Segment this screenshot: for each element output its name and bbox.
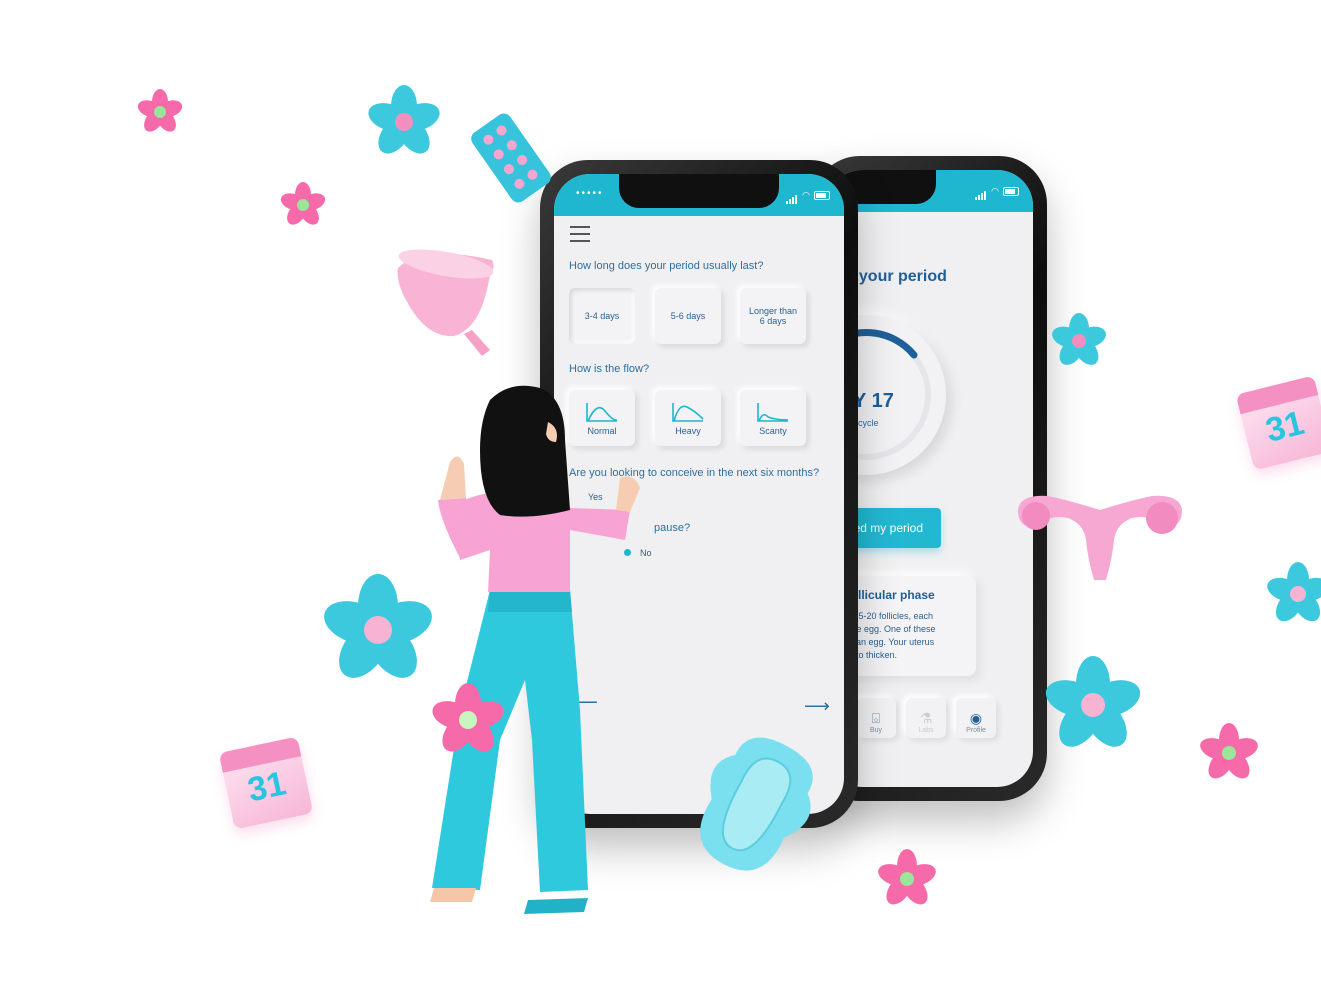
calendar-icon: 31 xyxy=(1235,375,1321,471)
flow-heavy-icon xyxy=(672,402,704,422)
signal-dots-icon: ••••• xyxy=(576,188,604,199)
nav-buy[interactable]: ⌺ Buy xyxy=(856,698,896,738)
profile-icon: ◉ xyxy=(969,710,983,726)
flow-scanty-icon xyxy=(757,402,789,422)
uterus-icon xyxy=(1018,495,1182,580)
option-5-6-days[interactable]: 5-6 days xyxy=(655,288,721,344)
battery-icon xyxy=(1003,186,1019,196)
status-icons: ◠ xyxy=(786,186,830,204)
blue-flower-icon xyxy=(1045,656,1141,747)
blue-flower-icon xyxy=(368,85,440,154)
pink-flower-icon xyxy=(137,89,183,132)
option-heavy[interactable]: Heavy xyxy=(655,390,721,446)
wifi-icon: ◠ xyxy=(991,185,999,196)
signal-icon xyxy=(975,182,987,200)
menstrual-cup-icon xyxy=(397,249,494,356)
blue-flower-icon xyxy=(1052,313,1106,365)
sanitary-pad-icon xyxy=(700,737,813,871)
wifi-icon: ◠ xyxy=(802,189,810,200)
pink-flower-icon xyxy=(1200,723,1258,779)
blue-flower-icon xyxy=(324,574,432,678)
option-scanty[interactable]: Scanty xyxy=(740,390,806,446)
hamburger-menu-icon[interactable] xyxy=(570,226,590,247)
calendar-icon: 31 xyxy=(218,736,314,830)
pink-flower-icon xyxy=(432,683,504,752)
signal-icon xyxy=(786,186,798,204)
pink-flower-icon xyxy=(878,849,936,905)
option-3-4-days[interactable]: 3-4 days xyxy=(569,288,635,344)
flask-icon: ⚗ xyxy=(919,710,933,726)
notch xyxy=(619,174,779,208)
pink-flower-icon xyxy=(280,182,326,225)
question-flow: How is the flow? xyxy=(569,363,650,375)
woman-illustration xyxy=(430,385,640,914)
option-longer-than-6-days[interactable]: Longer than 6 days xyxy=(740,288,806,344)
basket-icon: ⌺ xyxy=(871,710,881,726)
question-duration: How long does your period usually last? xyxy=(569,260,764,272)
nav-labs[interactable]: ⚗ Labs xyxy=(906,698,946,738)
battery-icon xyxy=(814,190,830,200)
nav-profile[interactable]: ◉ Profile xyxy=(956,698,996,738)
pill-pack-icon xyxy=(471,113,551,203)
next-arrow-icon[interactable]: ⟶ xyxy=(804,696,830,717)
status-icons: ◠ xyxy=(975,182,1019,200)
blue-flower-icon xyxy=(1267,562,1321,622)
